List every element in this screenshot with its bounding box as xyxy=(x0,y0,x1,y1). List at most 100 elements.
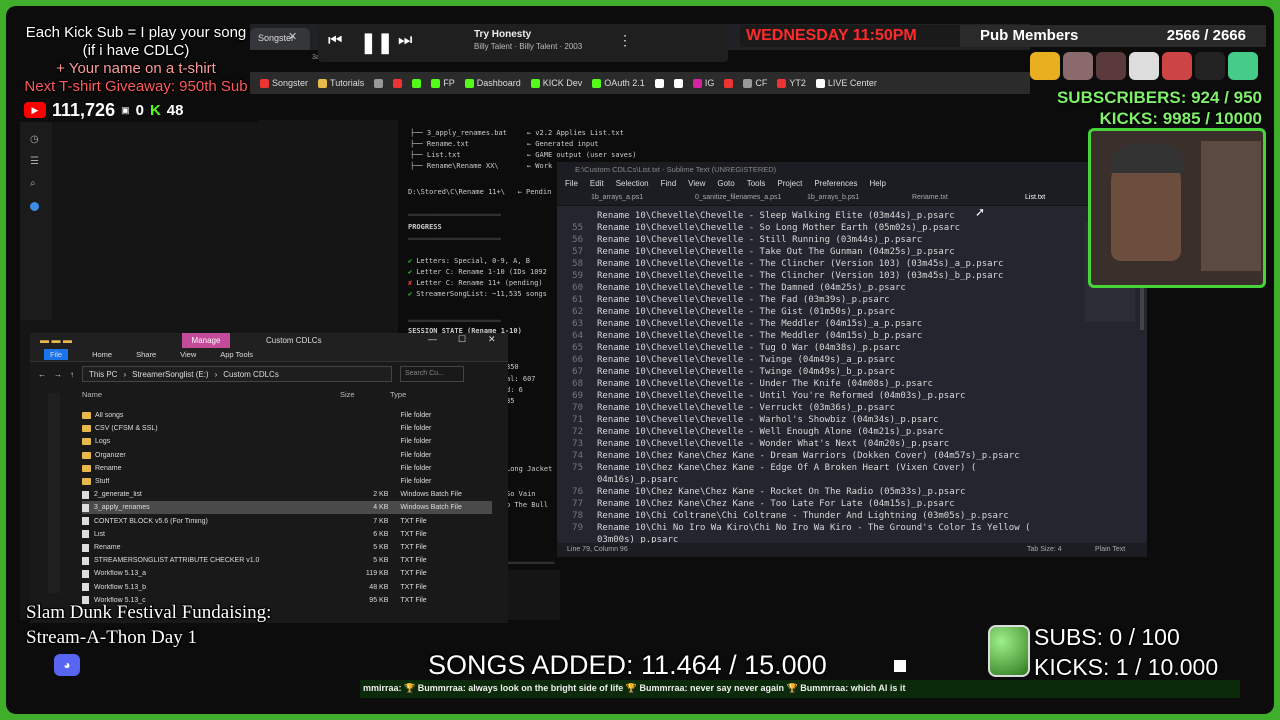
file-row[interactable]: All songs File folder xyxy=(82,409,492,422)
ribbon-app-tools[interactable]: App Tools xyxy=(220,350,253,359)
tree-entry: ├── Rename.txt ← Generated input xyxy=(410,140,599,148)
file-row[interactable]: Rename File folder xyxy=(82,462,492,475)
menu-selection[interactable]: Selection xyxy=(616,179,649,191)
menu-project[interactable]: Project xyxy=(777,179,802,191)
up-icon[interactable]: ↑ xyxy=(70,370,74,379)
bookmark-item[interactable] xyxy=(374,78,384,88)
file-size: 7 KB xyxy=(373,517,389,525)
bookmark-item[interactable]: KICK Dev xyxy=(530,78,582,88)
manage-tab[interactable]: Manage xyxy=(182,333,230,348)
tab-size[interactable]: Tab Size: 4 xyxy=(1027,546,1062,553)
bookmark-item[interactable]: OAuth 2.1 xyxy=(592,78,645,88)
bookmark-item[interactable]: FP xyxy=(431,78,455,88)
editor-tab[interactable]: 1b_arrays_b.ps1 xyxy=(807,194,859,201)
stop-icon[interactable] xyxy=(894,660,906,672)
pause-icon[interactable]: ❚❚ xyxy=(360,30,394,55)
menu-file[interactable]: File xyxy=(565,179,578,191)
editor-tab[interactable]: Rename.txt xyxy=(912,194,948,201)
code-line: 69 Rename 10\Chevelle\Chevelle - Until Yo… xyxy=(557,390,1147,402)
bookmark-item[interactable] xyxy=(393,78,403,88)
progress-item: ✘ Letter C: Rename 11+ (pending) xyxy=(408,278,573,289)
file-row[interactable]: 3_apply_renames 4 KB Windows Batch File xyxy=(82,501,492,515)
editor-tab[interactable]: 1b_arrays_a.ps1 xyxy=(591,194,643,201)
previous-icon[interactable]: ⏮ xyxy=(328,32,342,50)
bookmark-label: Tutorials xyxy=(330,78,365,88)
bookmark-item[interactable]: LIVE Center xyxy=(815,78,877,88)
breadcrumb-item[interactable]: StreamerSonglist (E:) xyxy=(132,370,208,379)
breadcrumb-item[interactable]: This PC xyxy=(89,370,117,379)
progress-item: ✔ Letters: Special, 0-9, A, B xyxy=(408,256,573,267)
file-row[interactable]: Rename 5 KB TXT File xyxy=(82,541,492,554)
bookmark-item[interactable]: YT2 xyxy=(777,78,806,88)
code-view[interactable]: Rename 10\Chevelle\Chevelle - Sleep Walk… xyxy=(557,210,1147,543)
bookmark-item[interactable] xyxy=(673,78,683,88)
back-icon[interactable]: ← xyxy=(38,370,46,379)
bookmark-item[interactable] xyxy=(724,78,734,88)
nav-pane[interactable] xyxy=(48,393,60,593)
menu-find[interactable]: Find xyxy=(661,179,677,191)
tree-desc: GAME output (user saves) xyxy=(535,151,637,159)
file-row[interactable]: Workflow 5.13_a 119 KB TXT File xyxy=(82,567,492,580)
ribbon-home[interactable]: Home xyxy=(92,350,112,359)
close-icon[interactable]: ✕ xyxy=(488,334,496,345)
file-row[interactable]: Logs File folder xyxy=(82,435,492,448)
editor-tab[interactable]: 0_sanitize_filenames_a.ps1 xyxy=(695,194,781,201)
forward-icon[interactable]: → xyxy=(54,370,62,379)
file-name: Logs xyxy=(95,438,111,446)
file-name: All songs xyxy=(95,412,124,419)
menu-preferences[interactable]: Preferences xyxy=(814,179,857,191)
clock-icon[interactable]: ◷ xyxy=(30,134,39,145)
minimize-icon[interactable]: — xyxy=(428,334,437,344)
bookmark-item[interactable]: Tutorials xyxy=(318,78,364,88)
file-row[interactable]: Stuff File folder xyxy=(82,475,492,488)
file-row[interactable]: List 6 KB TXT File xyxy=(82,528,492,541)
bookmark-label: Dashboard xyxy=(476,78,521,88)
menu-edit[interactable]: Edit xyxy=(590,179,604,191)
column-size[interactable]: Size xyxy=(340,390,355,399)
divider: ══════════════════════ xyxy=(408,235,501,243)
line-number: 68 xyxy=(572,379,583,389)
file-row[interactable]: 2_generate_list 2 KB Windows Batch File xyxy=(82,488,492,501)
code-line: 64 Rename 10\Chevelle\Chevelle - The Medd… xyxy=(557,330,1147,342)
ribbon-view[interactable]: View xyxy=(180,350,196,359)
ribbon-file[interactable]: File xyxy=(44,349,69,360)
menu-goto[interactable]: Goto xyxy=(717,179,734,191)
ribbon-share[interactable]: Share xyxy=(136,350,156,359)
file-row[interactable]: Organizer File folder xyxy=(82,449,492,462)
file-type: Windows Batch File xyxy=(400,491,462,499)
menu-tools[interactable]: Tools xyxy=(747,179,766,191)
bookmark-item[interactable]: CF xyxy=(743,78,767,88)
menu-view[interactable]: View xyxy=(688,179,705,191)
file-row[interactable]: CONTEXT BLOCK v5.6 (For Timing) 7 KB TXT F… xyxy=(82,515,492,528)
cursor-position: Line 79, Column 96 xyxy=(567,546,628,553)
folder-icon xyxy=(82,425,91,433)
more-icon[interactable]: ⋮ xyxy=(618,32,632,49)
editor-tab[interactable]: List.txt xyxy=(1025,194,1045,201)
menu-help[interactable]: Help xyxy=(869,179,885,191)
file-icon xyxy=(82,490,89,499)
search-input[interactable]: Search Cu... xyxy=(400,366,464,382)
status-icon xyxy=(30,202,39,211)
chevron-right-icon: › xyxy=(123,370,127,379)
search-icon[interactable]: ⌕ xyxy=(30,178,36,189)
close-tab-icon[interactable]: ✕ xyxy=(288,30,297,43)
code-line: 78 Rename 10\Chi Coltrane\Chi Coltrane - … xyxy=(557,510,1147,522)
list-icon[interactable]: ☰ xyxy=(30,156,39,167)
address-bar[interactable]: This PC › StreamerSonglist (E:) › Custom CDL… xyxy=(82,366,392,382)
breadcrumb-item[interactable]: Custom CDLCs xyxy=(223,370,279,379)
column-name[interactable]: Name xyxy=(82,390,102,399)
bookmark-item[interactable] xyxy=(654,78,664,88)
bookmark-item[interactable]: Songster xyxy=(260,78,308,88)
next-icon[interactable]: ⏭ xyxy=(398,32,412,50)
file-row[interactable]: CSV (CFSM & SSL) File folder xyxy=(82,422,492,435)
file-icon xyxy=(82,503,89,512)
file-row[interactable]: STREAMERSONGLIST ATTRIBUTE CHECKER v1.0 5… xyxy=(82,554,492,567)
maximize-icon[interactable]: ☐ xyxy=(458,334,466,345)
bookmark-item[interactable]: Dashboard xyxy=(464,78,521,88)
syntax-mode[interactable]: Plain Text xyxy=(1095,546,1125,553)
column-type[interactable]: Type xyxy=(390,390,406,399)
browser-tab[interactable]: Songster xyxy=(250,28,310,50)
bookmark-item[interactable]: IG xyxy=(692,78,714,88)
file-row[interactable]: Workflow 5.13_b 48 KB TXT File xyxy=(82,581,492,594)
bookmark-item[interactable] xyxy=(412,78,422,88)
